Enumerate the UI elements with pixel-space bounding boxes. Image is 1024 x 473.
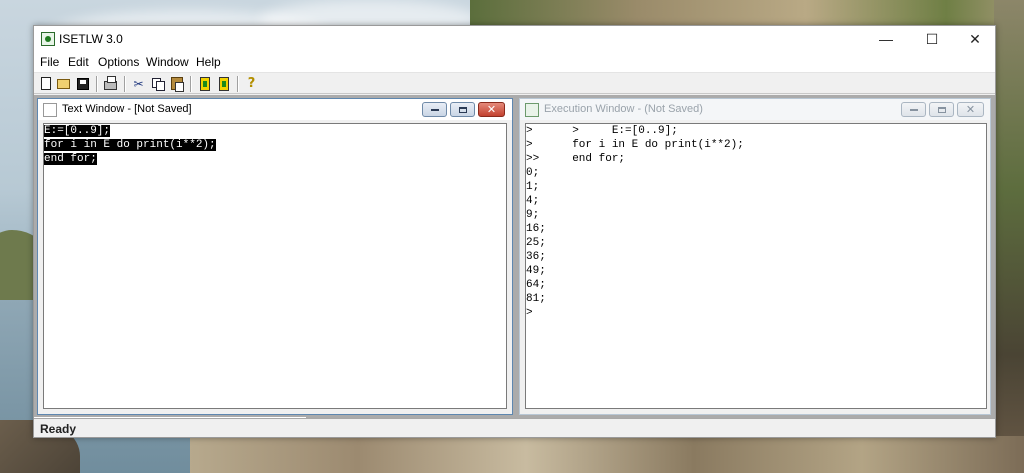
output-line: >> end for; <box>526 153 626 165</box>
isetlw-app-window: ISETLW 3.0 — ☐ ✕ File Edit Options Windo… <box>33 25 996 438</box>
exec-window-restore-button[interactable] <box>929 102 954 117</box>
output-line: 36; <box>526 251 546 263</box>
output-line: 1; <box>526 181 540 193</box>
run-icon <box>199 76 210 91</box>
menu-edit[interactable]: Edit <box>68 55 89 69</box>
save-disk-icon <box>76 77 89 90</box>
code-line[interactable]: end for; <box>44 152 506 166</box>
open-folder-icon <box>57 78 70 89</box>
paste-icon <box>170 77 184 92</box>
status-text: Ready <box>40 422 77 436</box>
code-line[interactable]: E:=[0..9]; <box>44 124 506 138</box>
text-window-minimize-button[interactable] <box>422 102 447 117</box>
text-window-titlebar[interactable]: Text Window - [Not Saved] ✕ <box>38 99 512 120</box>
run-button[interactable] <box>196 75 213 92</box>
output-line: > > E:=[0..9]; <box>526 125 678 137</box>
restore-icon <box>937 106 946 113</box>
toolbar-separator <box>190 76 192 92</box>
execution-output[interactable]: > > E:=[0..9]; > for i in E do print(i**… <box>525 123 987 409</box>
menu-bar: File Edit Options Window Help <box>34 52 995 72</box>
cut-icon: ✂ <box>133 76 144 91</box>
new-doc-icon <box>40 77 51 90</box>
output-line: 16; <box>526 223 546 235</box>
close-button[interactable]: ✕ <box>953 26 997 52</box>
document-icon <box>43 103 57 117</box>
output-line: > for i in E do print(i**2); <box>526 139 744 151</box>
output-line: 4; <box>526 195 540 207</box>
toolbar: ✂ ? <box>34 72 995 94</box>
minimize-button[interactable]: — <box>864 26 908 52</box>
selected-code[interactable]: E:=[0..9]; <box>44 125 111 137</box>
status-divider <box>34 417 306 418</box>
text-window-title: Text Window - [Not Saved] <box>62 103 192 115</box>
app-title: ISETLW 3.0 <box>59 32 123 46</box>
execution-window[interactable]: Execution Window - (Not Saved) ✕ > > E:=… <box>519 98 991 415</box>
execution-window-title: Execution Window - (Not Saved) <box>544 103 703 115</box>
toolbar-separator <box>237 76 239 92</box>
menu-window[interactable]: Window <box>146 55 189 69</box>
run-selection-icon <box>218 76 229 91</box>
cut-button[interactable]: ✂ <box>130 75 147 92</box>
save-button[interactable] <box>74 75 91 92</box>
copy-button[interactable] <box>149 75 166 92</box>
app-titlebar[interactable]: ISETLW 3.0 — ☐ ✕ <box>34 26 995 52</box>
help-icon: ? <box>247 76 256 91</box>
mdi-client-area: Text Window - [Not Saved] ✕ E:=[0..9]; f… <box>34 95 995 418</box>
new-doc-button[interactable] <box>37 75 54 92</box>
code-line[interactable]: for i in E do print(i**2); <box>44 138 506 152</box>
execution-window-titlebar[interactable]: Execution Window - (Not Saved) ✕ <box>520 99 990 120</box>
selected-code[interactable]: end for; <box>44 153 97 165</box>
isetlw-app-icon[interactable] <box>41 32 55 46</box>
maximize-button[interactable]: ☐ <box>910 26 954 52</box>
toolbar-separator <box>96 76 98 92</box>
menu-file[interactable]: File <box>40 55 59 69</box>
text-window[interactable]: Text Window - [Not Saved] ✕ E:=[0..9]; f… <box>37 98 513 415</box>
minimize-icon <box>909 108 918 111</box>
toolbar-separator <box>124 76 126 92</box>
selected-code[interactable]: for i in E do print(i**2); <box>44 139 216 151</box>
exec-window-close-button[interactable]: ✕ <box>957 102 984 117</box>
minimize-icon <box>430 108 439 111</box>
menu-options[interactable]: Options <box>98 55 139 69</box>
output-line: 9; <box>526 209 540 221</box>
status-bar: Ready <box>34 417 995 437</box>
output-line: 81; <box>526 293 546 305</box>
open-button[interactable] <box>55 75 72 92</box>
exec-window-minimize-button[interactable] <box>901 102 926 117</box>
prompt-line[interactable]: > <box>526 306 986 320</box>
wallpaper-rocks-right <box>994 0 1024 473</box>
print-button[interactable] <box>102 75 119 92</box>
output-line: 0; <box>526 167 540 179</box>
restore-icon <box>458 106 467 113</box>
text-window-close-button[interactable]: ✕ <box>478 102 505 117</box>
isetlw-exec-icon <box>525 103 539 117</box>
help-button[interactable]: ? <box>243 75 260 92</box>
text-window-restore-button[interactable] <box>450 102 475 117</box>
paste-button[interactable] <box>168 75 185 92</box>
copy-icon <box>151 77 165 91</box>
wallpaper-rocks-bottom <box>190 436 1024 473</box>
output-line: 49; <box>526 265 546 277</box>
text-editor[interactable]: E:=[0..9]; for i in E do print(i**2); en… <box>43 123 507 409</box>
output-line: 64; <box>526 279 546 291</box>
output-line: 25; <box>526 237 546 249</box>
run-selection-button[interactable] <box>215 75 232 92</box>
menu-help[interactable]: Help <box>196 55 221 69</box>
print-icon <box>104 76 117 90</box>
